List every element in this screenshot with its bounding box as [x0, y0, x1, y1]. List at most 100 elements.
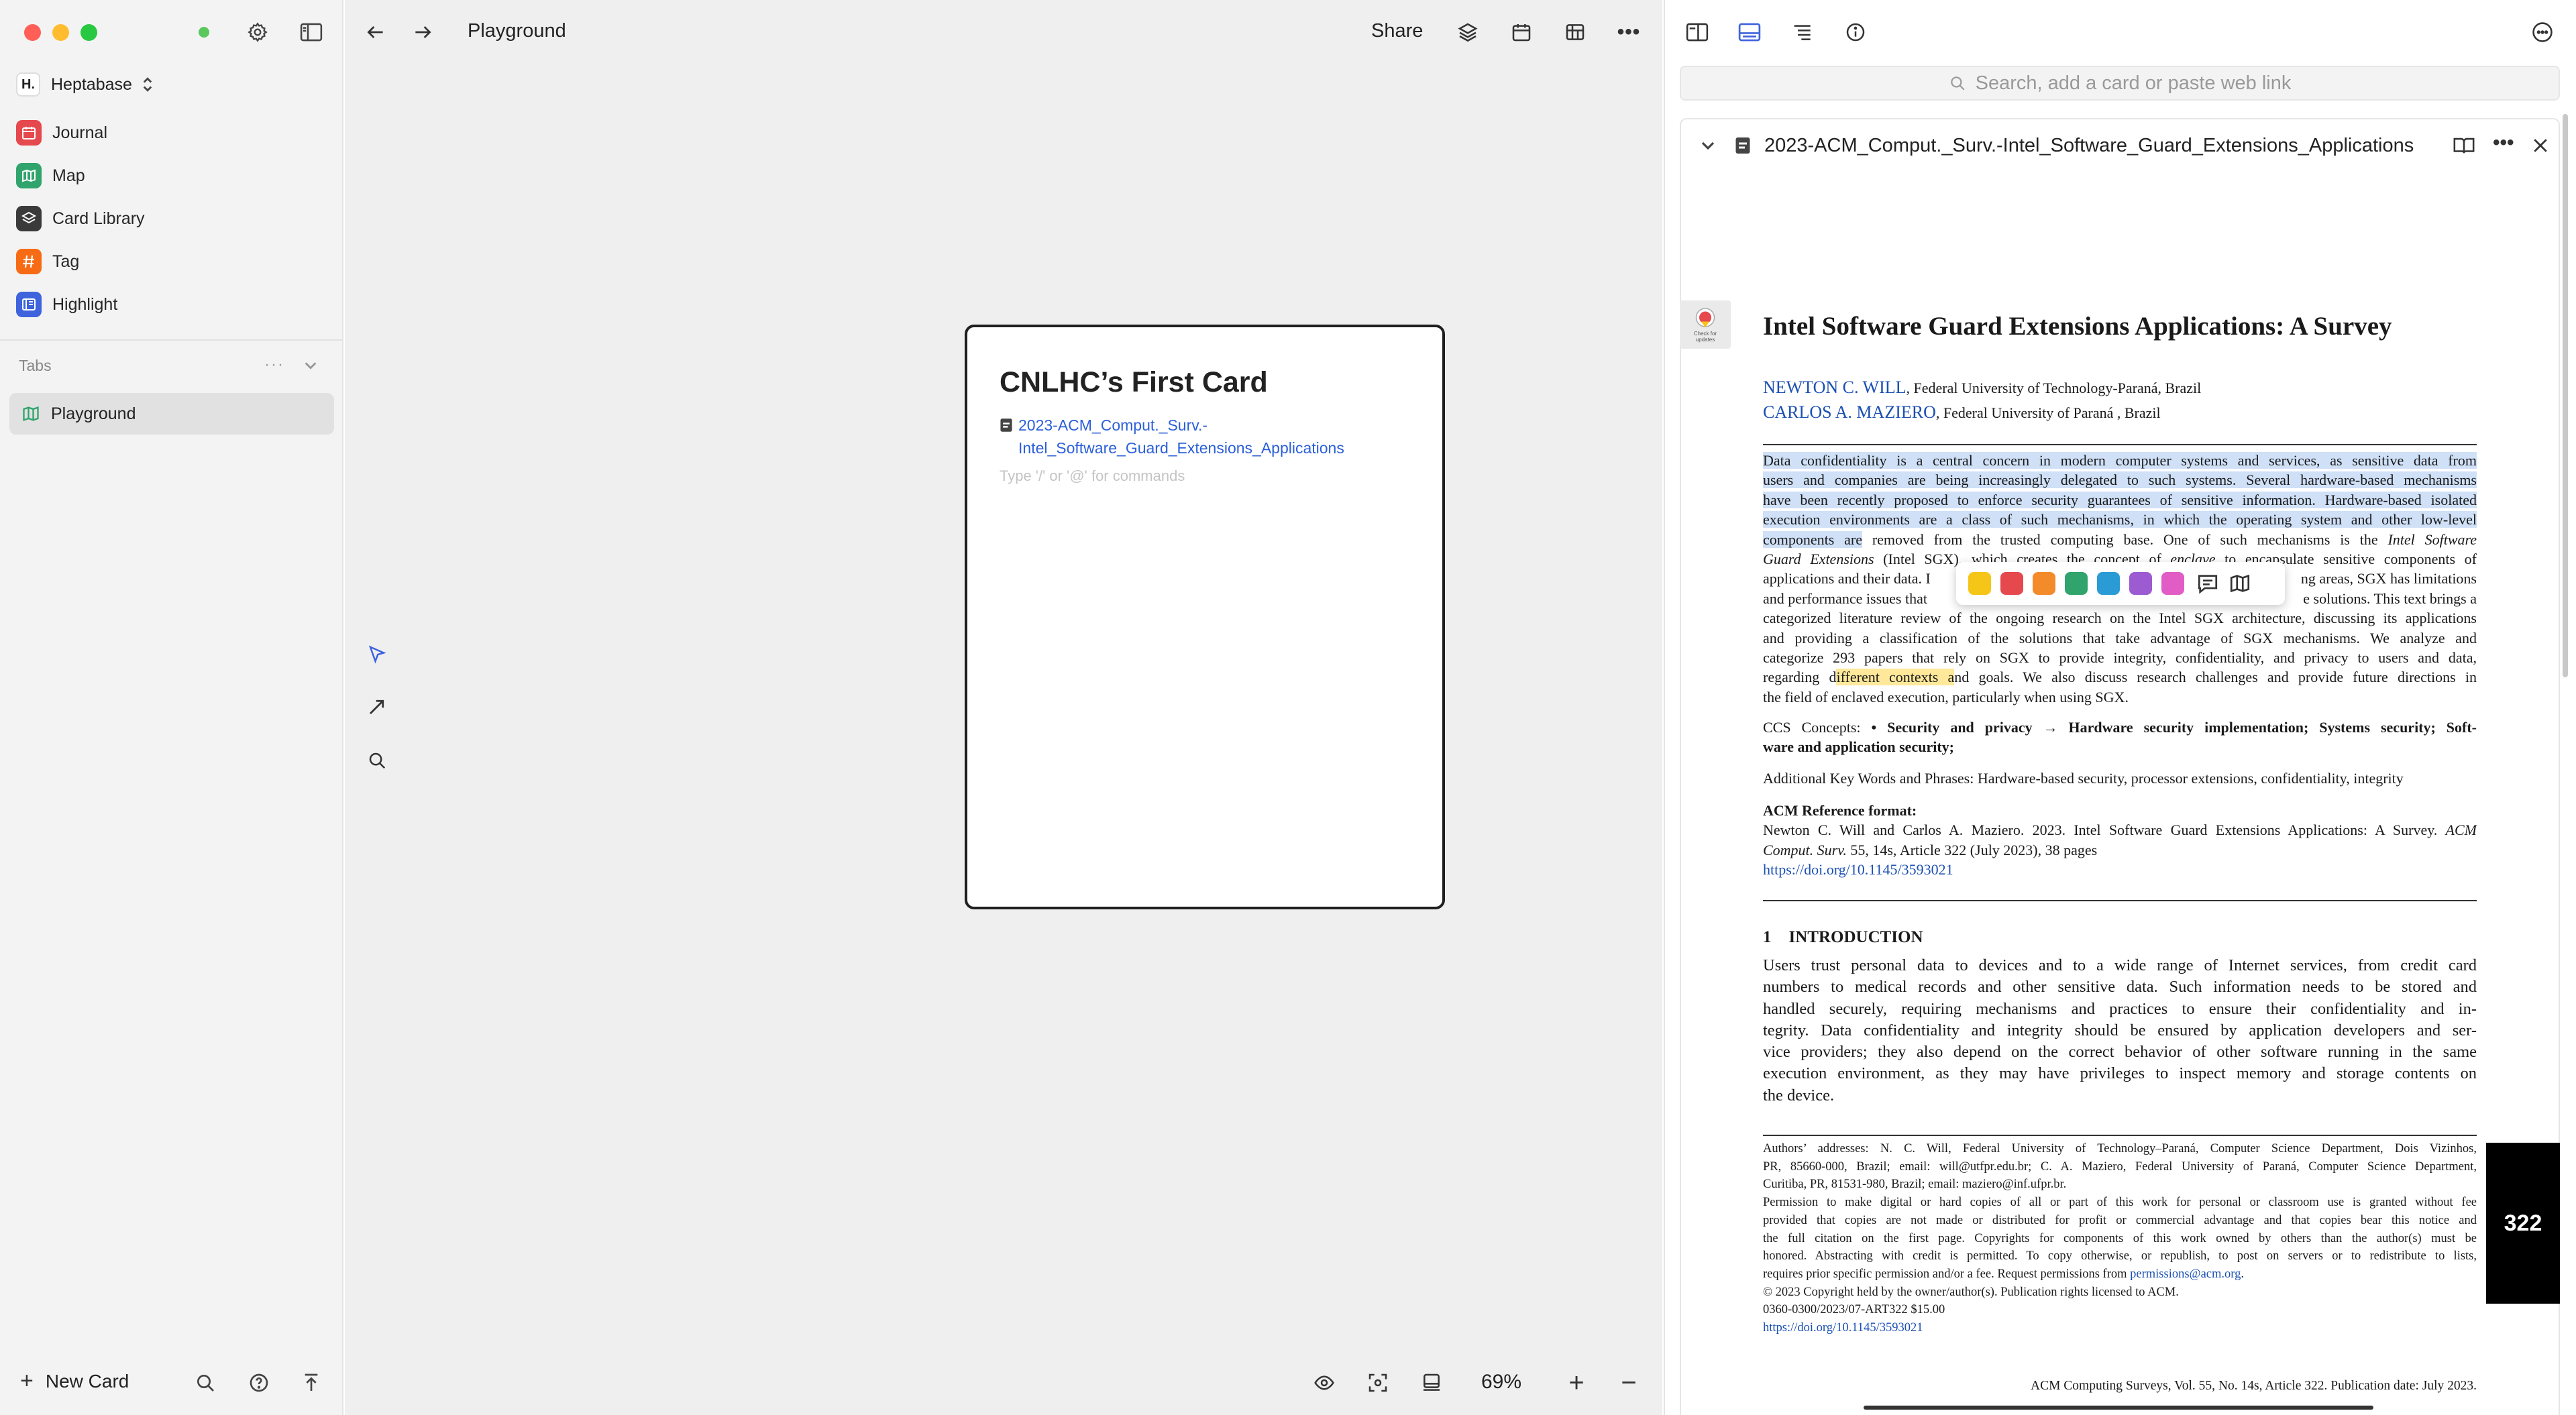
- tabs-header: Tabs: [19, 357, 52, 374]
- workspace-switcher[interactable]: H. Heptabase: [16, 70, 154, 99]
- back-arrow-icon[interactable]: [360, 16, 392, 48]
- doc-more-icon[interactable]: •••: [2493, 131, 2514, 154]
- eye-icon[interactable]: [1308, 1367, 1340, 1399]
- card-link-line: 2023-ACM_Comput._Surv.-: [1018, 416, 1208, 434]
- page-footer: ACM Computing Surveys, Vol. 55, No. 14s,…: [2031, 1379, 2477, 1393]
- zoom-out-icon[interactable]: −: [1613, 1367, 1645, 1399]
- calendar-icon[interactable]: [1505, 16, 1538, 48]
- chevron-down-icon[interactable]: [303, 358, 318, 373]
- collapse-chevron-icon: [1701, 142, 1715, 150]
- settings-gear-icon[interactable]: [241, 16, 274, 48]
- tab-playground[interactable]: Playground: [9, 393, 334, 435]
- whiteboard-card[interactable]: CNLHC’s First Card 2023-ACM_Comput._Surv…: [965, 325, 1445, 909]
- sidebar-item-map[interactable]: Map: [16, 157, 337, 194]
- layers-icon: [16, 206, 42, 231]
- ccs-concepts: CCS Concepts: • Security and privacy → H…: [1763, 719, 2477, 756]
- author-affiliation: , Federal University of Paraná , Brazil: [1935, 404, 2161, 421]
- card-link-line: Intel_Software_Guard_Extensions_Applicat…: [1018, 439, 1344, 457]
- sidebar: H. Heptabase Journal Map Card Library Ta…: [0, 0, 343, 1415]
- info-icon[interactable]: [1839, 16, 1872, 48]
- keywords: Additional Key Words and Phrases: Hardwa…: [1763, 770, 2404, 787]
- card-view-icon[interactable]: [1733, 16, 1766, 48]
- highlight-color-pink[interactable]: [2161, 572, 2184, 595]
- connector-arrow-icon[interactable]: [361, 691, 393, 723]
- sidebar-divider: [0, 339, 343, 341]
- close-window-button[interactable]: [24, 24, 41, 41]
- author-list: NEWTON C. WILL, Federal University of Te…: [1763, 376, 2201, 425]
- table-view-icon[interactable]: [1559, 16, 1591, 48]
- share-button[interactable]: Share: [1371, 20, 1423, 42]
- sidebar-item-label: Map: [52, 166, 85, 185]
- zoom-in-icon[interactable]: +: [1560, 1367, 1593, 1399]
- highlight-color-yellow[interactable]: [1968, 572, 1991, 595]
- author-name[interactable]: CARLOS A. MAZIERO: [1763, 402, 1936, 422]
- more-options-icon[interactable]: •••: [1613, 16, 1645, 48]
- sidebar-toggle-icon[interactable]: [295, 16, 327, 48]
- highlight-color-red[interactable]: [2000, 572, 2023, 595]
- introduction-text: Users trust personal data to devices and…: [1763, 956, 2477, 1105]
- author-name[interactable]: NEWTON C. WILL: [1763, 378, 1907, 397]
- search-input[interactable]: Search, add a card or paste web link: [1680, 66, 2560, 101]
- card-pdf-link[interactable]: 2023-ACM_Comput._Surv.- Intel_Software_G…: [1000, 414, 1410, 459]
- highlight-color-blue[interactable]: [2097, 572, 2120, 595]
- badge-text: Check for updates: [1693, 331, 1717, 343]
- paper-title: Intel Software Guard Extensions Applicat…: [1763, 312, 2392, 341]
- add-to-map-icon[interactable]: [2229, 572, 2251, 595]
- sidebar-item-highlight[interactable]: Highlight: [16, 286, 337, 323]
- panel-layout-icon[interactable]: [1415, 1367, 1448, 1399]
- rule: [1763, 444, 2477, 445]
- search-icon: [1950, 76, 1965, 91]
- card-editor-placeholder[interactable]: Type '/' or '@' for commands: [1000, 467, 1410, 485]
- sidebar-item-tag[interactable]: Tag: [16, 243, 337, 280]
- highlight-color-purple[interactable]: [2129, 572, 2152, 595]
- more-circle-icon[interactable]: [2526, 16, 2559, 48]
- chevron-updown-icon: [143, 77, 152, 92]
- sidebar-item-card-library[interactable]: Card Library: [16, 200, 337, 237]
- select-pointer-icon[interactable]: [361, 638, 393, 671]
- search-icon[interactable]: [361, 744, 393, 777]
- comment-icon[interactable]: [2196, 572, 2219, 595]
- document-header: 2023-ACM_Comput._Surv.-Intel_Software_Gu…: [1680, 118, 2560, 172]
- scrollbar[interactable]: [2563, 114, 2568, 677]
- sidebar-item-label: Highlight: [52, 294, 118, 314]
- section-heading: 1 INTRODUCTION: [1763, 928, 1923, 946]
- sidebar-item-label: Tag: [52, 251, 80, 271]
- layers-icon[interactable]: [1452, 16, 1484, 48]
- sidebar-item-journal[interactable]: Journal: [16, 114, 337, 152]
- focus-frame-icon[interactable]: [1362, 1367, 1394, 1399]
- map-icon: [23, 406, 39, 421]
- doi-link[interactable]: https://doi.org/10.1145/3593021: [1763, 861, 1953, 878]
- page-edge: [1864, 1406, 2373, 1410]
- calendar-icon: [16, 120, 42, 146]
- check-for-updates-badge[interactable]: Check for updates: [1680, 300, 1731, 349]
- upload-icon[interactable]: [295, 1367, 327, 1399]
- yellow-highlight[interactable]: ifferent contexts a: [1836, 669, 1955, 686]
- zoom-level[interactable]: 69%: [1481, 1371, 1521, 1394]
- highlight-color-green[interactable]: [2065, 572, 2088, 595]
- acm-reference: ACM Reference format: Newton C. Will and…: [1763, 802, 2477, 879]
- search-icon[interactable]: [189, 1367, 221, 1399]
- sidebar-item-label: Journal: [52, 123, 107, 142]
- tabs-more-icon[interactable]: ···: [264, 355, 284, 374]
- bookmark-ribbon-icon: [1695, 308, 1715, 328]
- tab-label: Playground: [51, 404, 136, 423]
- zoom-window-button[interactable]: [80, 24, 97, 41]
- sidebar-item-label: Card Library: [52, 209, 145, 228]
- new-card-button[interactable]: + New Card: [20, 1368, 129, 1394]
- doi-link[interactable]: https://doi.org/10.1145/3593021: [1763, 1321, 1923, 1335]
- permissions-link[interactable]: permissions@acm.org: [2130, 1267, 2241, 1281]
- card-title[interactable]: CNLHC’s First Card: [1000, 366, 1410, 399]
- reader-mode-icon[interactable]: [2453, 135, 2475, 156]
- split-view-icon[interactable]: [1681, 16, 1713, 48]
- footnotes: Authors’ addresses: N. C. Will, Federal …: [1763, 1142, 2477, 1335]
- outline-icon[interactable]: [1787, 16, 1819, 48]
- highlight-color-orange[interactable]: [2033, 572, 2055, 595]
- highlight-icon: [16, 292, 42, 317]
- forward-arrow-icon[interactable]: [407, 16, 439, 48]
- close-icon[interactable]: [2530, 135, 2551, 156]
- sync-status-dot: [199, 27, 209, 38]
- hash-icon: [16, 249, 42, 274]
- highlight-color-picker: [1956, 562, 2285, 605]
- minimize-window-button[interactable]: [52, 24, 69, 41]
- help-icon[interactable]: [243, 1367, 275, 1399]
